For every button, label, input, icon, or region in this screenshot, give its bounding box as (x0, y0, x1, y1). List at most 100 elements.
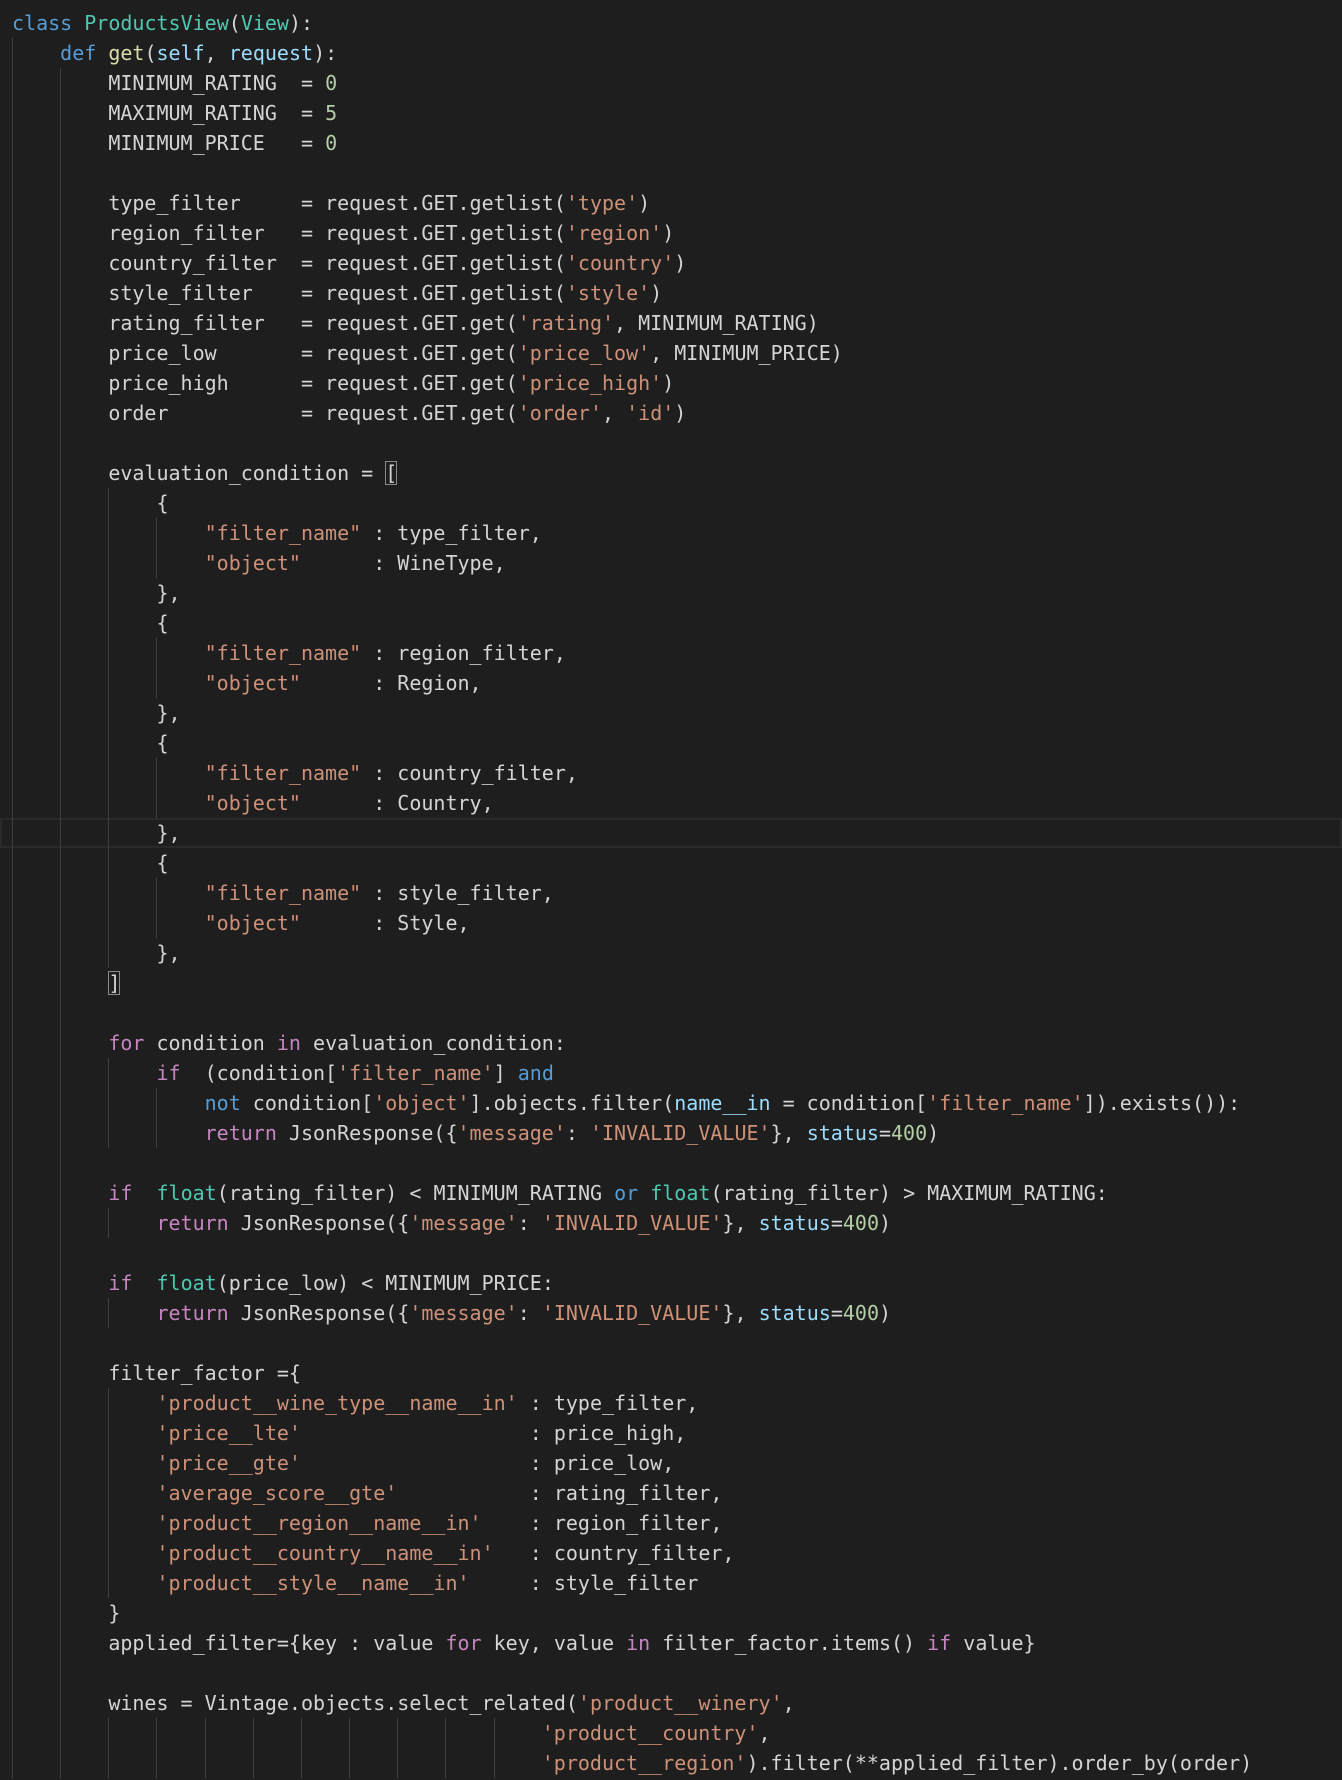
code-line[interactable]: }, (0, 938, 1342, 968)
indent-guide (12, 1298, 13, 1328)
code-line[interactable]: 'product__region').filter(**applied_filt… (0, 1748, 1342, 1778)
code-line[interactable] (0, 1328, 1342, 1358)
code-line[interactable]: "filter_name" : type_filter, (0, 518, 1342, 548)
code-line[interactable]: MAXIMUM_RATING = 5 (0, 98, 1342, 128)
code-line[interactable]: if (condition['filter_name'] and (0, 1058, 1342, 1088)
code-line[interactable]: "object" : Style, (0, 908, 1342, 938)
code-line[interactable]: country_filter = request.GET.getlist('co… (0, 248, 1342, 278)
code-line[interactable]: MINIMUM_RATING = 0 (0, 68, 1342, 98)
code-line[interactable]: "object" : WineType, (0, 548, 1342, 578)
indent-guide (108, 878, 110, 908)
indent-guide (156, 1748, 158, 1778)
indent-guide (108, 848, 110, 878)
indent-guide (108, 548, 110, 578)
code-line[interactable]: { (0, 728, 1342, 758)
code-line[interactable]: "object" : Country, (0, 788, 1342, 818)
number-literal: 0 (325, 71, 338, 95)
code-line[interactable]: 'product__wine_type__name__in' : type_fi… (0, 1388, 1342, 1418)
code-line[interactable] (0, 998, 1342, 1028)
indent-guide (108, 788, 110, 818)
code-line[interactable]: return JsonResponse({'message': 'INVALID… (0, 1118, 1342, 1148)
code-line[interactable]: not condition['object'].objects.filter(n… (0, 1088, 1342, 1118)
line-code: "object" : Country, (205, 788, 494, 818)
indent-guide (60, 1718, 62, 1748)
code-line[interactable]: def get(self, request): (0, 38, 1342, 68)
string-literal: 'INVALID_VALUE' (589, 1121, 771, 1145)
code-text: , (758, 1721, 771, 1745)
code-text: = (830, 1301, 843, 1325)
code-line[interactable]: MINIMUM_PRICE = 0 (0, 128, 1342, 158)
code-line[interactable]: "filter_name" : country_filter, (0, 758, 1342, 788)
code-line[interactable]: 'product__region__name__in' : region_fil… (0, 1508, 1342, 1538)
indent-guide (252, 1748, 254, 1778)
indent-guide (60, 698, 62, 728)
indent-guide (60, 1418, 62, 1448)
indent-guide (12, 98, 13, 128)
code-line[interactable]: style_filter = request.GET.getlist('styl… (0, 278, 1342, 308)
code-line[interactable]: for condition in evaluation_condition: (0, 1028, 1342, 1058)
code-line[interactable]: filter_factor ={ (0, 1358, 1342, 1388)
indent-guide (12, 1598, 13, 1628)
code-line[interactable]: price_low = request.GET.get('price_low',… (0, 338, 1342, 368)
indent-guide (12, 998, 13, 1028)
code-line[interactable]: 'product__country__name__in' : country_f… (0, 1538, 1342, 1568)
code-line[interactable]: order = request.GET.get('order', 'id') (0, 398, 1342, 428)
code-line[interactable] (0, 1238, 1342, 1268)
code-line[interactable]: }, (0, 578, 1342, 608)
code-line[interactable]: { (0, 848, 1342, 878)
code-line[interactable]: wines = Vintage.objects.select_related('… (0, 1688, 1342, 1718)
code-line[interactable]: region_filter = request.GET.getlist('reg… (0, 218, 1342, 248)
string-literal: 'rating' (517, 311, 615, 335)
indent-guide (493, 1748, 495, 1778)
code-line[interactable]: "filter_name" : region_filter, (0, 638, 1342, 668)
indent-guide (108, 1748, 110, 1778)
code-line[interactable]: applied_filter={key : value for key, val… (0, 1628, 1342, 1658)
line-code: price_high = request.GET.get('price_high… (108, 368, 674, 398)
line-code: return JsonResponse({'message': 'INVALID… (205, 1118, 940, 1148)
indent-guide (60, 368, 62, 398)
code-editor[interactable]: class ProductsView(View): def get(self, r… (0, 8, 1342, 1778)
string-literal: 'product__style__name__in' (156, 1571, 470, 1595)
indent-guide (60, 398, 62, 428)
code-line[interactable] (0, 428, 1342, 458)
code-text: JsonResponse({ (276, 1121, 458, 1145)
code-line[interactable]: return JsonResponse({'message': 'INVALID… (0, 1298, 1342, 1328)
keyword: class (12, 11, 73, 35)
code-line[interactable]: type_filter = request.GET.getlist('type'… (0, 188, 1342, 218)
code-line[interactable]: price_high = request.GET.get('price_high… (0, 368, 1342, 398)
code-line[interactable]: rating_filter = request.GET.get('rating'… (0, 308, 1342, 338)
code-line[interactable]: "filter_name" : style_filter, (0, 878, 1342, 908)
code-line[interactable]: "object" : Region, (0, 668, 1342, 698)
line-code: order = request.GET.get('order', 'id') (108, 398, 686, 428)
code-line[interactable]: }, (0, 698, 1342, 728)
code-line[interactable]: 'price__lte' : price_high, (0, 1418, 1342, 1448)
code-line[interactable]: if float(price_low) < MINIMUM_PRICE: (0, 1268, 1342, 1298)
code-text: (condition[ (180, 1061, 338, 1085)
code-line[interactable]: 'price__gte' : price_low, (0, 1448, 1342, 1478)
line-code: country_filter = request.GET.getlist('co… (108, 248, 686, 278)
code-line[interactable]: class ProductsView(View): (0, 8, 1342, 38)
matched-bracket: [ (385, 461, 398, 485)
code-line[interactable]: if float(rating_filter) < MINIMUM_RATING… (0, 1178, 1342, 1208)
code-line[interactable]: { (0, 608, 1342, 638)
code-line[interactable]: 'product__style__name__in' : style_filte… (0, 1568, 1342, 1598)
line-code: "object" : Region, (205, 668, 482, 698)
code-text: : country_filter, (493, 1541, 735, 1565)
code-line[interactable]: evaluation_condition = [ (0, 458, 1342, 488)
code-line[interactable] (0, 158, 1342, 188)
code-line[interactable] (0, 1658, 1342, 1688)
code-line[interactable]: 'product__country', (0, 1718, 1342, 1748)
control-keyword: return (204, 1121, 277, 1145)
code-line[interactable]: 'average_score__gte' : rating_filter, (0, 1478, 1342, 1508)
code-text: ): (313, 41, 338, 65)
line-code: }, (156, 818, 180, 848)
control-keyword: in (276, 1031, 301, 1055)
code-line[interactable]: return JsonResponse({'message': 'INVALID… (0, 1208, 1342, 1238)
code-line[interactable]: }, (0, 818, 1342, 848)
code-line[interactable]: { (0, 488, 1342, 518)
code-line[interactable]: } (0, 1598, 1342, 1628)
indent-guide (60, 1298, 62, 1328)
code-line[interactable]: ] (0, 968, 1342, 998)
code-text: : price_high, (300, 1421, 687, 1445)
code-line[interactable] (0, 1148, 1342, 1178)
